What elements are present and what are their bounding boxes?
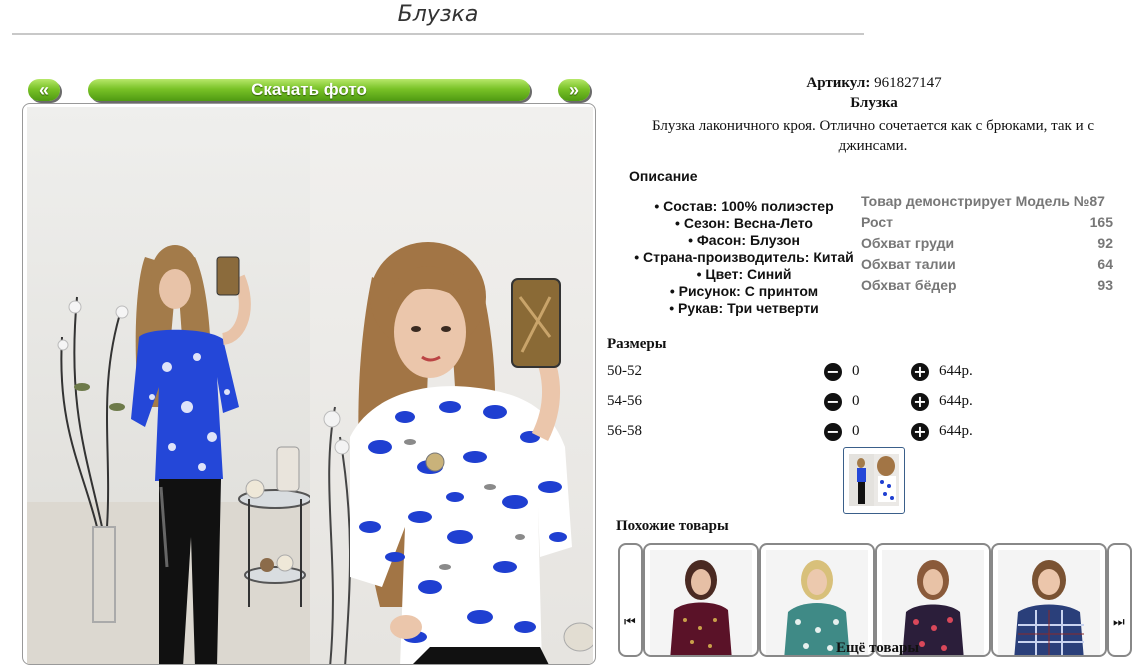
model-row-value: 93 <box>1097 277 1113 293</box>
model-row-waist: Обхват талии 64 <box>861 254 1113 275</box>
attribute-item: Фасон: Блузон <box>626 232 862 249</box>
carousel-next-button[interactable]: ⏭ <box>1107 543 1132 657</box>
download-photo-button[interactable]: Скачать фото <box>88 79 530 101</box>
sku-value: 961827147 <box>874 75 942 91</box>
photo-pane-full-length <box>27 107 312 664</box>
size-row: 50-52 − 0 + 644р. <box>607 361 1007 383</box>
minus-icon[interactable]: − <box>824 393 842 411</box>
size-label: 50-52 <box>607 363 642 379</box>
skip-forward-icon: ⏭ <box>1113 615 1125 630</box>
attributes-list: Состав: 100% полиэстер Сезон: Весна-Лето… <box>626 198 862 317</box>
quantity-value: 0 <box>852 363 860 379</box>
model-row-label: Рост <box>861 214 893 230</box>
minus-icon[interactable]: − <box>824 423 842 441</box>
product-name: Блузка <box>850 95 898 111</box>
model-heading: Товар демонстрирует Модель №87 <box>861 191 1113 212</box>
size-price: 644р. <box>939 393 973 409</box>
model-row-label: Обхват груди <box>861 235 955 251</box>
size-price: 644р. <box>939 363 973 379</box>
similar-product-card[interactable] <box>643 543 759 657</box>
model-measurements: Товар демонстрирует Модель №87 Рост 165 О… <box>861 191 1113 296</box>
model-row-label: Обхват бёдер <box>861 277 957 293</box>
plus-icon[interactable]: + <box>911 393 929 411</box>
main-photo-frame <box>22 103 596 665</box>
thumbnail-image <box>849 454 899 506</box>
attribute-item: Страна-производитель: Китай <box>626 249 862 266</box>
model-row-value: 165 <box>1089 214 1113 230</box>
size-price: 644р. <box>939 423 973 439</box>
size-row: 56-58 − 0 + 644р. <box>607 421 1007 443</box>
next-photo-button[interactable]: » <box>558 79 590 101</box>
photo-pane-closeup <box>310 107 593 664</box>
plus-icon[interactable]: + <box>911 363 929 381</box>
model-row-height: Рост 165 <box>861 212 1113 233</box>
product-description: Блузка лаконичного кроя. Отлично сочетае… <box>651 118 1095 154</box>
attribute-item: Цвет: Синий <box>626 266 862 283</box>
model-heading-text: Товар демонстрирует Модель №87 <box>861 193 1105 209</box>
attribute-item: Сезон: Весна-Лето <box>626 215 862 232</box>
attributes-heading: Описание <box>629 168 698 184</box>
similar-products-heading: Похожие товары <box>616 518 729 534</box>
main-product-photo[interactable] <box>27 107 593 664</box>
title-divider <box>12 33 864 35</box>
carousel-prev-button[interactable]: ⏮ <box>618 543 643 657</box>
model-row-label: Обхват талии <box>861 256 956 272</box>
model-row-bust: Обхват груди 92 <box>861 233 1113 254</box>
minus-icon[interactable]: − <box>824 363 842 381</box>
similar-product-image <box>650 550 752 655</box>
previous-photo-button[interactable]: « <box>28 79 60 101</box>
size-label: 54-56 <box>607 393 642 409</box>
photo-thumbnail[interactable] <box>843 447 905 514</box>
quantity-value: 0 <box>852 423 860 439</box>
sizes-heading: Размеры <box>607 336 667 352</box>
skip-back-icon: ⏮ <box>624 615 636 630</box>
attribute-item: Состав: 100% полиэстер <box>626 198 862 215</box>
model-row-value: 92 <box>1097 235 1113 251</box>
page-title: Блузка <box>397 2 479 27</box>
quantity-value: 0 <box>852 393 860 409</box>
plus-icon[interactable]: + <box>911 423 929 441</box>
size-row: 54-56 − 0 + 644р. <box>607 391 1007 413</box>
model-row-hips: Обхват бёдер 93 <box>861 275 1113 296</box>
attribute-item: Рисунок: С принтом <box>626 283 862 300</box>
similar-product-image <box>998 550 1100 655</box>
attribute-item: Рукав: Три четверти <box>626 300 862 317</box>
model-row-value: 64 <box>1097 256 1113 272</box>
similar-product-card[interactable] <box>991 543 1107 657</box>
sku-line: Артикул: 961827147 <box>606 75 1138 92</box>
sku-label: Артикул: <box>806 75 871 91</box>
more-products-link[interactable]: Ещё товары <box>836 640 919 657</box>
size-label: 56-58 <box>607 423 642 439</box>
